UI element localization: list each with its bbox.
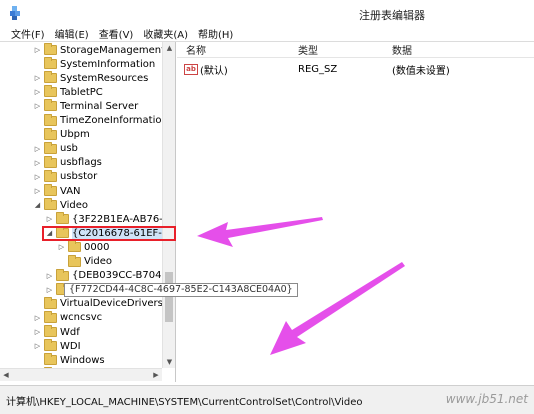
registry-path: 计算机\HKEY_LOCAL_MACHINE\SYSTEM\CurrentCon… [6,397,363,408]
watermark: www.jb51.net [445,392,528,406]
annotation-arrows [197,217,405,355]
pointer-arrow-icon [270,262,405,355]
pointer-arrow-icon [197,217,323,247]
status-bar: 计算机\HKEY_LOCAL_MACHINE\SYSTEM\CurrentCon… [0,385,534,414]
